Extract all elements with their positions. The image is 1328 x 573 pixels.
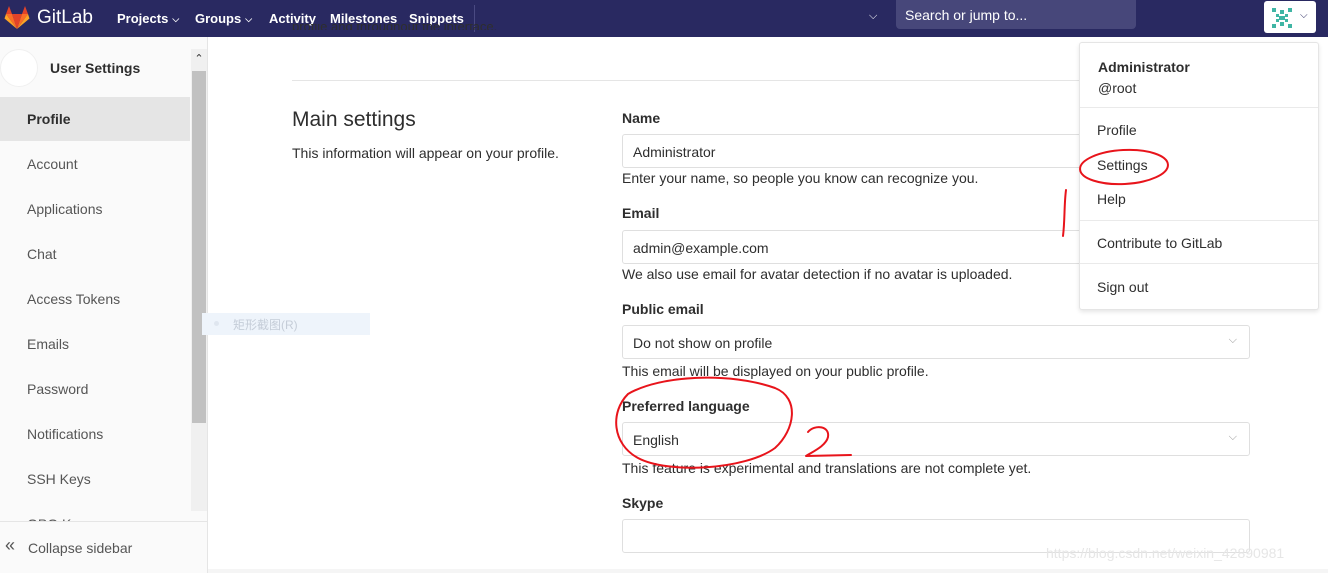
sidebar-item-notifications[interactable]: Notifications [0, 412, 190, 456]
sidebar-item-account[interactable]: Account [0, 142, 190, 186]
skype-label: Skype [622, 495, 664, 511]
email-help: We also use email for avatar detection i… [622, 266, 1013, 282]
brand-name[interactable]: GitLab [37, 7, 93, 29]
dropdown-user-name: Administrator [1098, 59, 1190, 75]
collapse-sidebar-button[interactable]: « Collapse sidebar [0, 521, 207, 573]
sidebar-item-gpg-keys[interactable]: GPG Keys [0, 502, 190, 521]
sidebar-item-applications[interactable]: Applications [0, 187, 190, 231]
sidebar-title: User Settings [50, 60, 141, 76]
sidebar-item-profile[interactable]: Profile [0, 97, 190, 141]
sidebar-item-access-tokens[interactable]: Access Tokens [0, 277, 190, 321]
screenshot-tool-overlay: 矩形截图(R) [202, 313, 370, 335]
chevron-down-icon: ⌵ [1228, 334, 1237, 346]
top-navbar: GitLab Projects ⌵ Groups ⌵ Activity Milest… [0, 0, 1328, 37]
more-chevron-icon[interactable]: ⌵ [869, 10, 877, 23]
sidebar-item-chat[interactable]: Chat [0, 232, 190, 276]
chevron-down-icon: ⌵ [245, 14, 253, 24]
dropdown-item-profile[interactable]: Profile [1097, 122, 1137, 138]
dropdown-divider [1080, 263, 1318, 264]
public-email-help: This email will be displayed on your pub… [622, 363, 929, 379]
dropdown-item-sign-out[interactable]: Sign out [1097, 279, 1148, 295]
sidebar-item-password[interactable]: Password [0, 367, 190, 411]
user-dropdown-menu: Administrator @root Profile Settings Hel… [1079, 42, 1319, 310]
nav-projects[interactable]: Projects ⌵ [117, 11, 179, 26]
email-label: Email [622, 205, 660, 221]
collapse-sidebar-label: Collapse sidebar [28, 540, 133, 556]
search-input[interactable]: Search or jump to... [896, 0, 1136, 29]
dropdown-username: @root [1098, 80, 1137, 96]
public-email-value: Do not show on profile [633, 335, 773, 351]
gitlab-tanuki-icon[interactable] [4, 6, 30, 30]
user-avatar-button[interactable]: ⌵ [1264, 1, 1316, 33]
name-help: Enter your name, so people you know can … [622, 170, 979, 186]
dropdown-divider [1080, 220, 1318, 221]
section-divider [292, 80, 1080, 81]
sidebar-item-ssh-keys[interactable]: SSH Keys [0, 457, 190, 501]
dropdown-divider [1080, 107, 1318, 108]
scroll-up-arrow-icon[interactable]: ⌃ [191, 49, 207, 69]
sidebar-header[interactable]: User Settings [0, 37, 190, 97]
section-intro-fragment: profile and throughout the interface. [292, 24, 522, 30]
avatar [0, 49, 38, 87]
nav-projects-label: Projects [117, 11, 169, 26]
sidebar-item-emails[interactable]: Emails [0, 322, 190, 366]
chevron-down-icon: ⌵ [1300, 10, 1308, 21]
section-description: This information will appear on your pro… [292, 145, 559, 161]
nav-groups[interactable]: Groups ⌵ [195, 11, 252, 26]
language-label: Preferred language [622, 398, 750, 414]
public-email-label: Public email [622, 301, 704, 317]
settings-sidebar: User Settings Profile Account Applicatio… [0, 37, 208, 573]
chevron-down-icon: ⌵ [172, 14, 180, 24]
dropdown-item-contribute[interactable]: Contribute to GitLab [1097, 235, 1222, 251]
language-value: English [633, 432, 679, 448]
name-label: Name [622, 110, 661, 126]
double-chevron-left-icon: « [5, 535, 16, 555]
watermark: https://blog.csdn.net/weixin_42890981 [1046, 545, 1285, 561]
chevron-down-icon: ⌵ [1228, 431, 1237, 443]
public-email-select[interactable]: Do not show on profile ⌵ [622, 325, 1250, 359]
page-bottom-edge [208, 569, 1328, 573]
dropdown-item-settings[interactable]: Settings [1097, 157, 1148, 173]
language-help: This feature is experimental and transla… [622, 460, 1032, 476]
section-title: Main settings [292, 108, 416, 131]
identicon-avatar-icon [1272, 8, 1292, 28]
nav-groups-label: Groups [195, 11, 242, 26]
sidebar-scrollbar-thumb[interactable] [192, 71, 206, 423]
dropdown-item-help[interactable]: Help [1097, 191, 1126, 207]
language-select[interactable]: English ⌵ [622, 422, 1250, 456]
